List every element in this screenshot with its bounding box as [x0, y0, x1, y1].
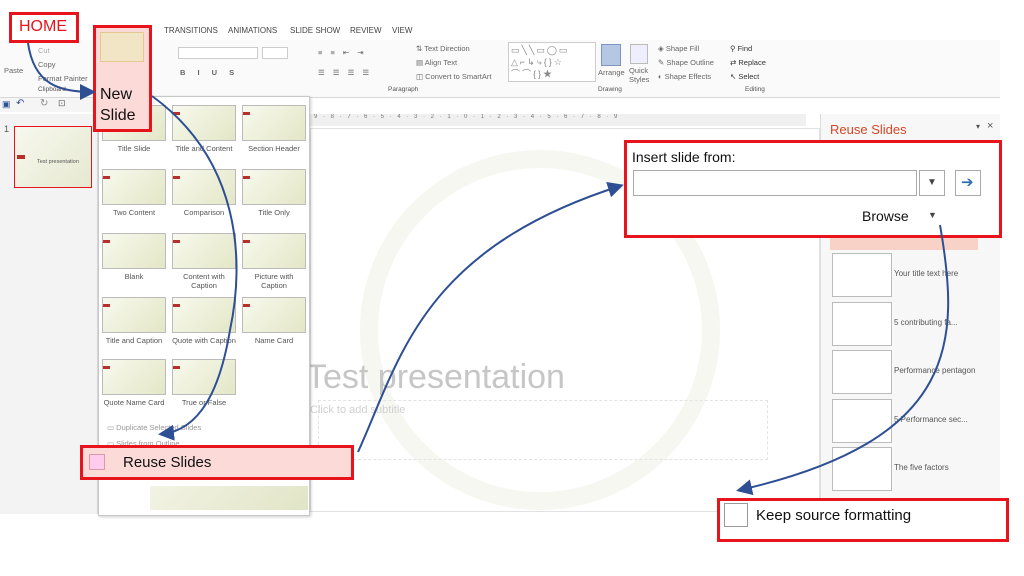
arrow-browse-to-keep — [736, 224, 950, 496]
arrow-reuse-to-insert — [357, 182, 624, 453]
arrow-new-slide-to-reuse — [151, 95, 238, 441]
arrow-home-to-new-slide — [27, 42, 96, 100]
annotation-arrows — [27, 42, 950, 496]
